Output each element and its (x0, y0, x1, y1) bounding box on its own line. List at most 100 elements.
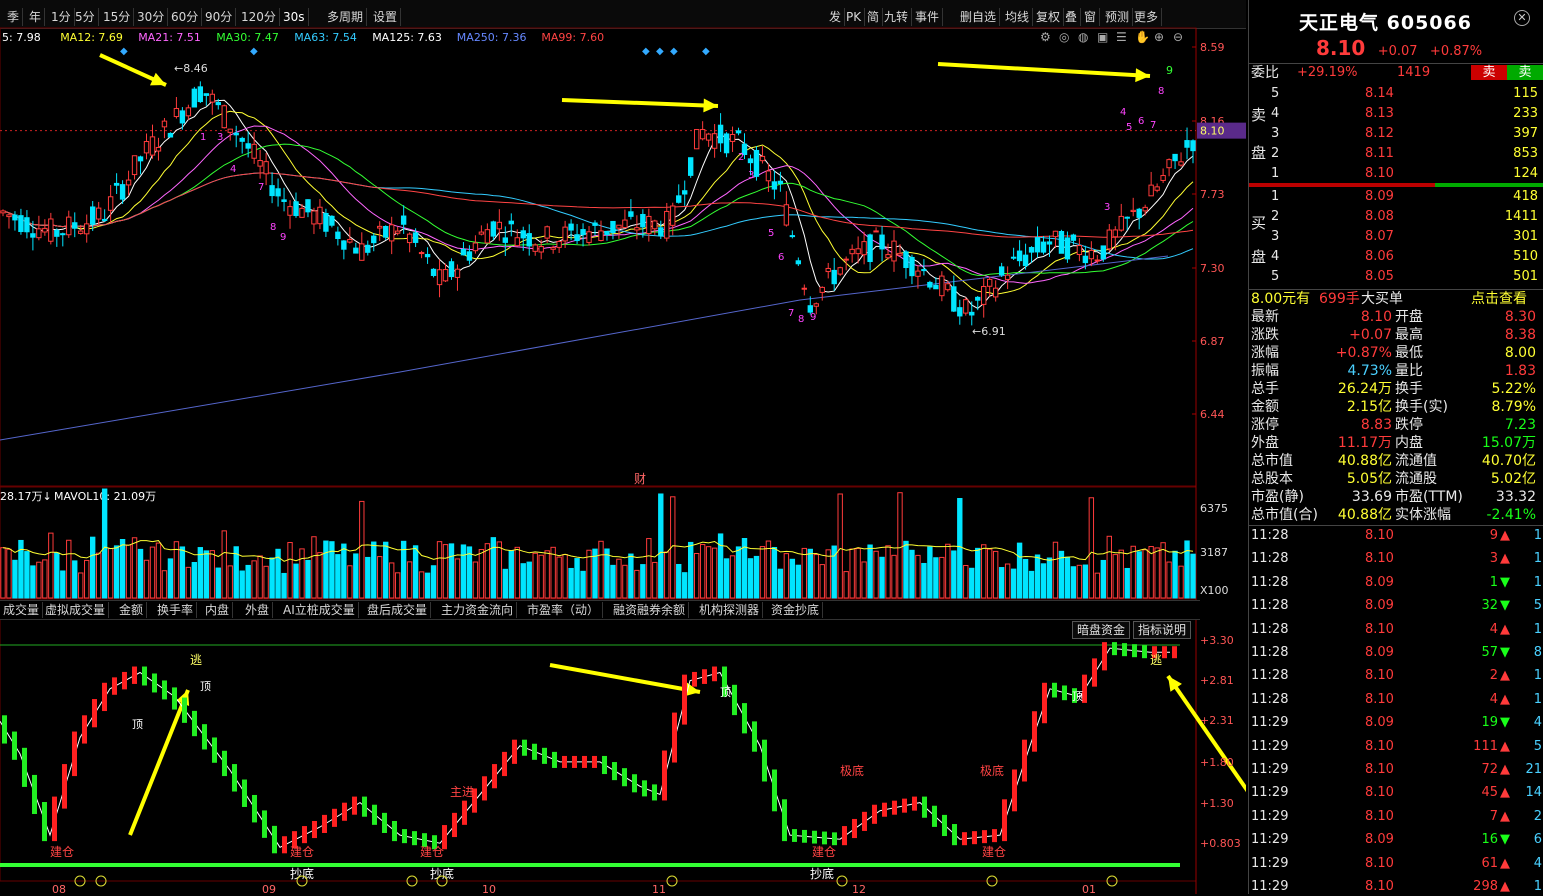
candle-body (436, 269, 443, 286)
chart-tool-icon[interactable]: ⊖ (1173, 30, 1183, 44)
ask-row[interactable]: 2 8.11 853 (1249, 145, 1543, 163)
candle-body (981, 286, 987, 305)
tick-volume: 2 (1489, 668, 1498, 684)
volume-bar (783, 553, 790, 599)
volume-bar (90, 536, 96, 599)
chart-tool-icon[interactable]: ⚙ (1040, 30, 1051, 44)
candle-body (113, 182, 120, 186)
chart-tool-icon[interactable]: ✋ (1135, 30, 1150, 44)
candle-body (532, 244, 538, 252)
event-diamond-icon[interactable]: ◆ (702, 46, 710, 57)
bid-row[interactable]: 2 8.08 1411 (1249, 208, 1543, 226)
divider (1249, 525, 1543, 526)
volume-bar (60, 570, 66, 599)
indicator-tab-3[interactable]: 换手率 (154, 602, 198, 618)
volume-bar (383, 541, 389, 599)
chart-tool-icon[interactable]: ☰ (1116, 30, 1127, 44)
indicator-bar (82, 715, 87, 744)
yellow-arrow-head (703, 98, 718, 113)
ask-row[interactable]: 4 8.13 233 (1249, 105, 1543, 123)
indicator-tick: +3.30 (1200, 634, 1234, 647)
ask-row[interactable]: 5 8.14 115 (1249, 85, 1543, 103)
candle-body (305, 199, 311, 213)
candle-body (849, 248, 855, 255)
volume-bar (801, 547, 807, 599)
tick-time: 11:28 (1251, 668, 1289, 684)
buy-button[interactable]: 卖 (1507, 65, 1543, 80)
volume-bar (987, 548, 993, 599)
candle-body (209, 93, 215, 103)
tick-time: 11:29 (1251, 738, 1289, 754)
dark-pool-button[interactable]: 暗盘资金 (1072, 621, 1131, 639)
big-order-link[interactable]: 点击查看 (1471, 290, 1527, 308)
volume-bar (1052, 541, 1059, 599)
ask-volume: 233 (1513, 106, 1538, 121)
close-icon[interactable]: ✕ (1514, 10, 1530, 26)
quote-value: 33.69 (1351, 489, 1392, 505)
volume-bar (676, 563, 682, 599)
volume-bar (185, 566, 192, 599)
ma-line-99 (2, 172, 1194, 238)
bid-row[interactable]: 5 8.05 501 (1249, 268, 1543, 286)
event-diamond-icon[interactable]: ◆ (670, 46, 678, 57)
event-diamond-icon[interactable]: ◆ (250, 46, 258, 57)
quote-value: 8.83 (1360, 417, 1392, 433)
quote-label: 开盘 (1395, 309, 1423, 325)
quote-value: 5.05亿 (1346, 471, 1392, 487)
volume-bar (873, 550, 879, 599)
ma-line-250 (0, 255, 1169, 441)
tick-price: 8.10 (1365, 879, 1394, 894)
candle-body (6, 214, 12, 218)
indicator-tab-0[interactable]: 成交量 (0, 602, 44, 618)
ask-row[interactable]: 1 8.10 124 (1249, 165, 1543, 183)
candle-body (795, 260, 802, 265)
chaodi-label: 抄底 (430, 866, 454, 881)
chart-tool-icon[interactable]: ⊕ (1154, 30, 1164, 44)
candle-body (586, 231, 592, 243)
bid-row[interactable]: 1 8.09 418 (1249, 188, 1543, 206)
indicator-tab-5[interactable]: 外盘 (242, 602, 274, 618)
volume-bar (305, 559, 311, 599)
stock-title: 天正电气 605066 (1299, 8, 1472, 35)
ask-row[interactable]: 3 8.12 397 (1249, 125, 1543, 143)
indicator-tab-7[interactable]: 盘后成交量 (364, 602, 432, 618)
indicator-tab-1[interactable]: 虚拟成交量 (42, 602, 110, 618)
kline-chart[interactable]: 5: 7.98 MA12: 7.69 MA21: 7.51 MA30: 7.47 MA6… (0, 0, 1246, 894)
volume-bar (526, 561, 532, 599)
indicator-tab-8[interactable]: 主力资金流向 (438, 602, 518, 618)
candle-body (400, 215, 407, 225)
indicator-bar (682, 674, 687, 725)
sell-button[interactable]: 卖 (1471, 65, 1507, 80)
event-diamond-icon[interactable]: ◆ (656, 46, 664, 57)
indicator-bar (652, 784, 657, 801)
chart-tool-icon[interactable]: ◍ (1078, 30, 1089, 44)
quote-label: 最高 (1395, 327, 1423, 343)
chart-tool-icon[interactable]: ▣ (1097, 30, 1108, 44)
indicator-help-button[interactable]: 指标说明 (1133, 621, 1192, 639)
candle-body (538, 246, 544, 253)
indicator-bar (302, 826, 307, 844)
indicator-tab-10[interactable]: 融资融券余额 (610, 602, 690, 618)
indicator-bar (762, 739, 767, 782)
indicator-tab-4[interactable]: 内盘 (202, 602, 234, 618)
chart-tool-icon[interactable]: ◎ (1059, 30, 1069, 44)
candle-body (1016, 250, 1023, 262)
ma-legend-7: MA99: 7.60 (541, 31, 604, 44)
indicator-tab-12[interactable]: 资金抄底 (768, 602, 824, 618)
tick-time: 11:28 (1251, 574, 1289, 590)
event-diamond-icon[interactable]: ◆ (120, 46, 128, 57)
indicator-tab-11[interactable]: 机构探测器 (696, 602, 764, 618)
big-order-row[interactable]: 8.00元有 699手 大买单 点击查看 (1249, 289, 1543, 308)
indicator-tab-9[interactable]: 市盈率（动） (524, 602, 604, 618)
indicator-tab-6[interactable]: AI立桩成交量 (280, 602, 359, 618)
volume-bar (1166, 561, 1172, 599)
candle-body (1166, 159, 1172, 169)
candle-body (873, 230, 879, 233)
indicator-tab-2[interactable]: 金额 (116, 602, 148, 618)
volume-bar (430, 565, 437, 599)
bid-row[interactable]: 3 8.07 301 (1249, 228, 1543, 246)
bid-row[interactable]: 4 8.06 510 (1249, 248, 1543, 266)
event-diamond-icon[interactable]: ◆ (642, 46, 650, 57)
indicator-bar (872, 804, 877, 824)
finance-marker[interactable]: 财 (634, 472, 646, 486)
